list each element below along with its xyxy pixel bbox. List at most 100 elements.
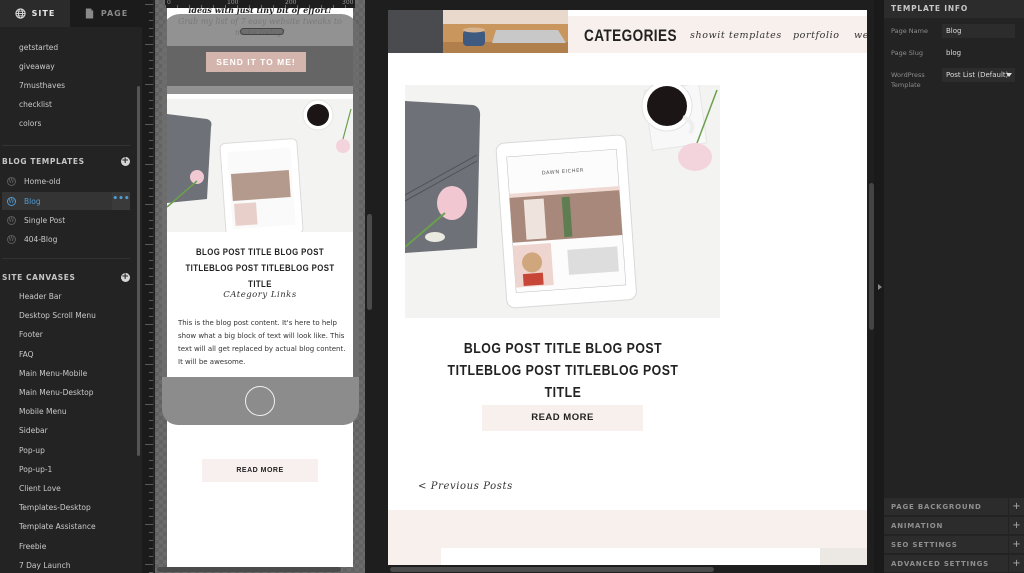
accordion-animation[interactable]: ANIMATION + <box>884 517 1024 535</box>
canvas-item[interactable]: Desktop Scroll Menu <box>19 311 96 320</box>
blog-templates-header: BLOG TEMPLATES + <box>2 154 130 168</box>
canvas-item[interactable]: Footer <box>19 330 43 339</box>
accordion-advanced-settings[interactable]: ADVANCED SETTINGS + <box>884 555 1024 573</box>
divider <box>2 145 130 146</box>
canvas-item[interactable]: Client Love <box>19 484 61 493</box>
wordpress-icon: W <box>7 176 16 186</box>
chevron-down-icon <box>1006 73 1012 77</box>
expand-plus-icon[interactable]: + <box>1008 555 1024 573</box>
ruler-tick <box>145 324 153 325</box>
ruler-tick <box>149 516 153 517</box>
page-item[interactable]: 7musthaves <box>19 81 65 90</box>
canvas-item[interactable]: 7 Day Launch <box>19 561 71 570</box>
desktop-read-more-button[interactable]: READ MORE <box>482 405 643 431</box>
add-blog-template-icon[interactable]: + <box>121 156 130 166</box>
canvas-item[interactable]: Sidebar <box>19 426 48 435</box>
desktop-horizontal-scrollbar[interactable] <box>390 567 714 572</box>
ruler-tick <box>149 292 153 293</box>
canvas-item[interactable]: Header Bar <box>19 292 62 301</box>
canvas-item[interactable]: Main Menu-Mobile <box>19 369 87 378</box>
blog-template-404-blog[interactable]: W 404-Blog <box>2 230 130 248</box>
blog-template-single-post[interactable]: W Single Post <box>2 211 130 229</box>
page-icon <box>85 8 93 19</box>
wp-template-label-2: Template <box>891 81 921 89</box>
ruler-tick <box>149 68 153 69</box>
tab-site[interactable]: SITE <box>0 0 70 27</box>
expand-plus-icon[interactable]: + <box>1008 498 1024 516</box>
tab-label: SITE <box>31 9 56 18</box>
canvas-item[interactable]: Mobile Menu <box>19 407 67 416</box>
globe-icon <box>15 8 26 19</box>
page-item[interactable]: getstarted <box>19 43 58 52</box>
ruler-tick <box>149 532 153 533</box>
categories-title: CATEGORIES <box>584 26 677 45</box>
accordion-seo-settings[interactable]: SEO SETTINGS + <box>884 536 1024 554</box>
page-name-input[interactable]: Blog <box>942 24 1015 38</box>
page-item[interactable]: giveaway <box>19 62 55 71</box>
sidebar-scrollbar[interactable] <box>137 86 140 456</box>
ruler-tick <box>149 276 153 277</box>
ruler-tick <box>145 484 153 485</box>
page-slug-label: Page Slug <box>891 49 923 57</box>
canvas-item[interactable]: Main Menu-Desktop <box>19 388 94 397</box>
desktop-post-title[interactable]: BLOG POST TITLE BLOG POST TITLEBLOG POST… <box>444 338 682 404</box>
ruler-tick <box>145 84 153 85</box>
ruler-tick <box>149 108 153 109</box>
header-photo <box>388 10 568 53</box>
ruler-tick <box>149 500 153 501</box>
tablet-flatlay-image <box>167 99 353 232</box>
wp-template-select[interactable]: Post List (Default) <box>942 68 1015 82</box>
ruler-tick <box>149 388 153 389</box>
mobile-horizontal-scrollbar[interactable] <box>157 567 341 572</box>
template-label: 404-Blog <box>24 234 58 244</box>
ruler-tick <box>145 564 153 565</box>
section-title: BLOG TEMPLATES <box>2 156 85 166</box>
page-item[interactable]: checklist <box>19 100 52 109</box>
canvas-item[interactable]: Templates-Desktop <box>19 503 91 512</box>
ruler-tick <box>149 420 153 421</box>
mobile-vertical-scrollbar[interactable] <box>367 214 372 310</box>
blog-template-blog[interactable]: W Blog ••• <box>2 192 130 210</box>
phone-frame-right <box>353 94 359 378</box>
ruler-tick <box>149 12 153 13</box>
accordion-page-background[interactable]: PAGE BACKGROUND + <box>884 498 1024 516</box>
mobile-post-title[interactable]: BLOG POST TITLE BLOG POST TITLEBLOG POST… <box>184 245 337 293</box>
tab-page[interactable]: PAGE <box>70 0 142 27</box>
canvas-item[interactable]: Freebie <box>19 542 46 551</box>
ruler-tick <box>149 20 153 21</box>
ruler-tick <box>149 60 153 61</box>
mobile-category-links[interactable]: CAtegory Links <box>167 290 353 300</box>
send-it-button-overlay[interactable]: SEND IT TO ME! <box>206 52 306 72</box>
previous-posts-link[interactable]: < Previous Posts <box>418 481 513 492</box>
vertical-ruler <box>142 0 154 573</box>
coffee-laptop-image <box>388 10 568 53</box>
canvas-item[interactable]: Pop-up <box>19 446 45 455</box>
ruler-tick <box>149 556 153 557</box>
collapse-panel-icon[interactable] <box>878 284 882 290</box>
ruler-tick <box>149 468 153 469</box>
phone-home-button-icon <box>245 386 275 416</box>
canvas-item[interactable]: Pop-up-1 <box>19 465 52 474</box>
nav-link-we[interactable]: we <box>854 30 867 41</box>
mobile-read-more-button[interactable]: READ MORE <box>202 459 318 482</box>
ruler-tick <box>145 124 153 125</box>
canvas-item[interactable]: FAQ <box>19 350 34 359</box>
ruler-tick <box>149 356 153 357</box>
add-canvas-icon[interactable]: + <box>121 272 130 282</box>
blog-template-home-old[interactable]: W Home-old <box>2 172 130 190</box>
expand-plus-icon[interactable]: + <box>1008 517 1024 535</box>
ruler-tick <box>149 148 153 149</box>
more-options-icon[interactable]: ••• <box>112 192 130 210</box>
mobile-ruler: 0 100 200 300 <box>165 0 355 8</box>
page-item[interactable]: colors <box>19 119 41 128</box>
nav-link-showit-templates[interactable]: showit templates <box>690 30 782 41</box>
page-name-label: Page Name <box>891 27 928 35</box>
nav-link-portfolio[interactable]: portfolio <box>793 30 840 41</box>
ruler-tick <box>149 508 153 509</box>
ruler-tick <box>149 452 153 453</box>
ruler-tick <box>149 436 153 437</box>
canvas-item[interactable]: Template Assistance <box>19 522 96 531</box>
ruler-tick <box>149 380 153 381</box>
template-info-header[interactable]: TEMPLATE INFO <box>884 0 1024 18</box>
expand-plus-icon[interactable]: + <box>1008 536 1024 554</box>
